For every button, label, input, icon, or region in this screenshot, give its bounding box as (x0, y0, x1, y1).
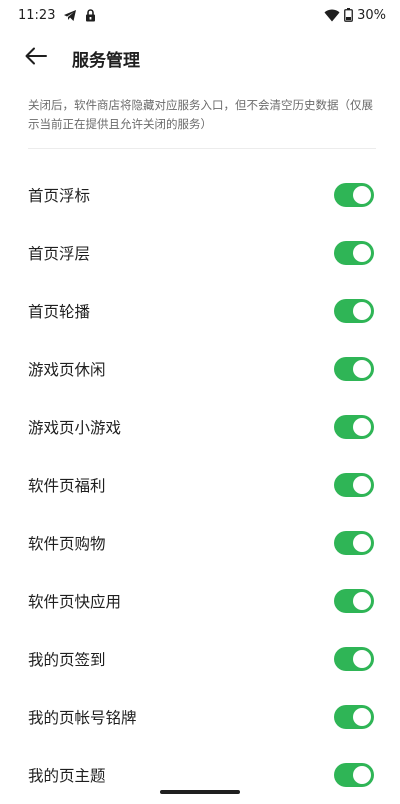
description-text: 关闭后，软件商店将隐藏对应服务入口，但不会清空历史数据（仅展示当前正在提供且允许… (28, 98, 373, 131)
service-toggle[interactable] (334, 473, 374, 497)
service-toggle[interactable] (334, 705, 374, 729)
toggle-knob (353, 476, 371, 494)
service-row[interactable]: 软件页购物 (0, 514, 400, 572)
status-left: 11:23 (18, 8, 96, 23)
toggle-knob (353, 186, 371, 204)
service-label: 首页浮层 (28, 245, 91, 263)
divider (28, 148, 376, 149)
back-button[interactable] (8, 30, 64, 86)
battery-icon (344, 8, 353, 22)
toggle-knob (353, 708, 371, 726)
service-row[interactable]: 首页浮层 (0, 224, 400, 282)
service-row[interactable]: 我的页签到 (0, 630, 400, 688)
status-bar: 11:23 30% (0, 0, 400, 30)
toggle-knob (353, 766, 371, 784)
toggle-knob (353, 418, 371, 436)
arrow-left-icon (25, 47, 47, 69)
service-label: 游戏页休闲 (28, 361, 106, 379)
service-label: 我的页主题 (28, 767, 106, 785)
toggle-knob (353, 534, 371, 552)
service-list: 首页浮标首页浮层首页轮播游戏页休闲游戏页小游戏 软件页福利软件页购物软件页快应用我… (0, 166, 400, 804)
service-label: 我的页签到 (28, 651, 106, 669)
service-label: 首页轮播 (28, 303, 91, 321)
service-row[interactable]: 软件页福利 (0, 456, 400, 514)
service-toggle[interactable] (334, 241, 374, 265)
service-label: 游戏页小游戏 (28, 419, 122, 437)
status-time: 11:23 (18, 7, 56, 23)
service-row[interactable]: 我的页主题 (0, 746, 400, 804)
service-row[interactable]: 游戏页小游戏 (0, 398, 400, 456)
home-indicator[interactable] (160, 790, 240, 794)
service-row[interactable]: 首页浮标 (0, 166, 400, 224)
toggle-knob (353, 360, 371, 378)
service-row[interactable]: 软件页快应用 (0, 572, 400, 630)
battery-percent: 30% (357, 7, 386, 23)
service-label: 首页浮标 (28, 187, 91, 205)
service-row[interactable]: 首页轮播 (0, 282, 400, 340)
service-toggle[interactable] (334, 763, 374, 787)
service-toggle[interactable] (334, 589, 374, 613)
page-title: 服务管理 (72, 50, 140, 71)
toggle-knob (353, 302, 371, 320)
telegram-icon (63, 9, 77, 22)
service-row[interactable]: 我的页帐号铭牌 (0, 688, 400, 746)
service-toggle[interactable] (334, 299, 374, 323)
service-toggle[interactable] (334, 357, 374, 381)
service-label: 软件页快应用 (28, 593, 122, 611)
lock-icon (85, 8, 96, 22)
wifi-icon (324, 9, 340, 22)
service-row[interactable]: 游戏页休闲 (0, 340, 400, 398)
status-right: 30% (324, 8, 386, 23)
service-label: 软件页福利 (28, 477, 106, 495)
service-toggle[interactable] (334, 531, 374, 555)
service-toggle[interactable] (334, 415, 374, 439)
service-toggle[interactable] (334, 183, 374, 207)
service-label: 软件页购物 (28, 535, 106, 553)
service-toggle[interactable] (334, 647, 374, 671)
app-bar: 服务管理 (0, 30, 400, 86)
toggle-knob (353, 244, 371, 262)
service-label: 我的页帐号铭牌 (28, 709, 137, 727)
toggle-knob (353, 592, 371, 610)
toggle-knob (353, 650, 371, 668)
